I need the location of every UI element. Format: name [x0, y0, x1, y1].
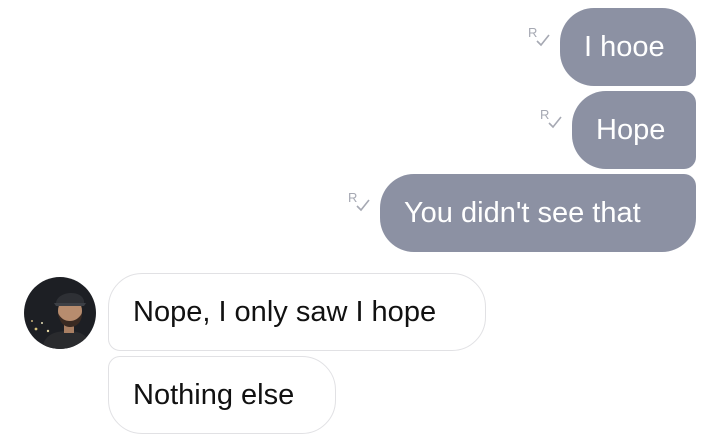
- read-receipt-icon: R: [348, 190, 370, 212]
- chat-thread: R I hooe R Hope R You didn't see that No…: [0, 0, 720, 443]
- svg-text:R: R: [528, 25, 537, 40]
- person-avatar-icon: [24, 277, 96, 349]
- outgoing-message[interactable]: You didn't see that: [380, 174, 696, 252]
- svg-text:R: R: [540, 107, 549, 122]
- contact-avatar[interactable]: [24, 277, 96, 349]
- read-receipt-icon: R: [540, 107, 562, 129]
- message-text: Hope: [596, 113, 666, 146]
- outgoing-message[interactable]: Hope: [572, 91, 696, 169]
- outgoing-message[interactable]: I hooe: [560, 8, 696, 86]
- message-text: Nope, I only saw I hope: [133, 295, 437, 328]
- message-text: You didn't see that: [404, 196, 641, 229]
- incoming-message[interactable]: Nope, I only saw I hope: [108, 273, 486, 351]
- message-text: Nothing else: [133, 378, 295, 411]
- read-receipt-icon: R: [528, 25, 550, 47]
- message-text: I hooe: [584, 30, 665, 63]
- incoming-message[interactable]: Nothing else: [108, 356, 336, 434]
- svg-text:R: R: [348, 190, 357, 205]
